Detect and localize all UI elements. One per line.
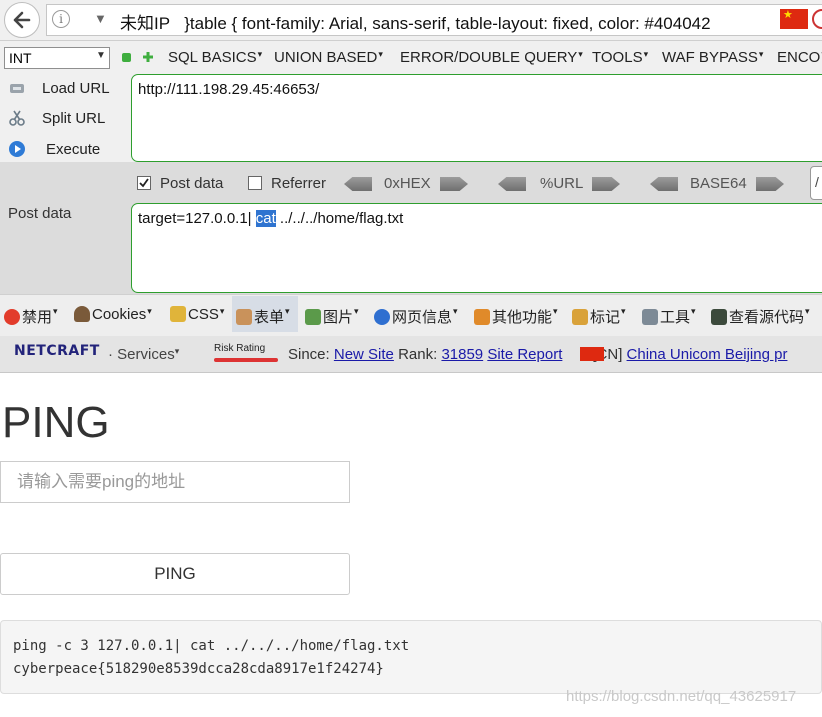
watermark: https://blog.csdn.net/qq_43625917 xyxy=(566,688,797,705)
images-icon xyxy=(305,309,321,325)
minus-icon[interactable] xyxy=(122,53,131,62)
post-data-label: Post data xyxy=(160,175,224,192)
base64-label: BASE64 xyxy=(690,175,747,192)
misc-icon xyxy=(474,309,490,325)
menu-page-info[interactable]: 网页信息 xyxy=(374,306,458,327)
menu-outline-label: 标记 xyxy=(590,309,621,326)
menu-error-double-query[interactable]: ERROR/DOUBLE QUERY xyxy=(400,49,583,66)
referrer-label: Referrer xyxy=(271,175,327,192)
netcraft-logo[interactable]: NETCRAFT xyxy=(14,343,100,359)
page-title: PING xyxy=(2,398,110,447)
post-text-after: ../../../home/flag.txt xyxy=(275,210,404,227)
extra-input[interactable]: / xyxy=(810,166,822,200)
split-url-button[interactable]: Split URL xyxy=(4,106,128,132)
menu-images-label: 图片 xyxy=(323,309,354,326)
execute-button[interactable]: Execute xyxy=(4,137,128,163)
ping-address-input[interactable] xyxy=(0,461,350,503)
view-source-icon xyxy=(711,309,727,325)
menu-waf-bypass[interactable]: WAF BYPASS xyxy=(662,49,763,66)
menu-page-info-label: 网页信息 xyxy=(392,309,453,326)
rank-link[interactable]: 31859 xyxy=(441,346,483,363)
menu-misc[interactable]: 其他功能 xyxy=(474,306,558,327)
since-label: Since: xyxy=(288,346,330,363)
hex-label: 0xHEX xyxy=(384,175,431,192)
post-data-checkbox[interactable] xyxy=(137,176,151,190)
menu-tools-ext[interactable]: 工具 xyxy=(642,306,696,327)
plus-icon[interactable] xyxy=(142,51,154,63)
menu-union-based[interactable]: UNION BASED xyxy=(274,49,383,66)
identity-label: 未知IP xyxy=(120,14,171,33)
checkmark-icon xyxy=(139,178,149,188)
url-encode-label: %URL xyxy=(540,175,584,192)
url-fragment: }table { font-family: Arial, sans-serif,… xyxy=(184,14,711,33)
pencil-icon xyxy=(572,309,588,325)
menu-images[interactable]: 图片 xyxy=(305,306,359,327)
menu-misc-label: 其他功能 xyxy=(492,309,553,326)
rank-label: Rank: xyxy=(398,346,438,363)
split-url-label: Split URL xyxy=(42,110,106,127)
menu-outline[interactable]: 标记 xyxy=(572,306,626,327)
menu-forms[interactable]: 表单 xyxy=(236,306,290,327)
load-url-label: Load URL xyxy=(42,80,110,97)
dropdown-icon[interactable]: ▼ xyxy=(94,11,107,26)
menu-css-label: CSS xyxy=(188,306,219,323)
menu-view-source[interactable]: 查看源代码 xyxy=(711,306,810,327)
disable-icon xyxy=(4,309,20,325)
risk-rating-label[interactable]: Risk Rating xyxy=(214,343,265,354)
services-label: Services xyxy=(117,346,175,363)
scissors-icon xyxy=(9,110,25,126)
chevron-down-icon: ▼ xyxy=(96,50,106,61)
menu-cookies[interactable]: Cookies xyxy=(74,306,152,323)
forms-icon xyxy=(236,309,252,325)
tools-icon xyxy=(642,309,658,325)
china-flag-icon: ★ xyxy=(780,9,808,29)
menu-disable-label: 禁用 xyxy=(22,309,53,326)
referrer-checkbox[interactable] xyxy=(248,176,262,190)
since-link[interactable]: New Site xyxy=(334,346,394,363)
int-select[interactable]: INT xyxy=(4,47,110,69)
post-text-before: target=127.0.0.1| xyxy=(138,210,256,227)
menu-tools[interactable]: TOOLS xyxy=(592,49,648,66)
site-report-link[interactable]: Site Report xyxy=(487,346,562,363)
menu-cookies-label: Cookies xyxy=(92,306,147,323)
post-data-field-label: Post data xyxy=(8,205,72,222)
risk-rating-bar xyxy=(214,358,278,362)
execute-label: Execute xyxy=(46,141,101,158)
back-arrow-icon xyxy=(13,11,31,29)
menu-css[interactable]: CSS xyxy=(170,306,224,323)
menu-forms-label: 表单 xyxy=(254,309,285,326)
ping-button[interactable]: PING xyxy=(0,553,350,595)
china-flag-small-icon xyxy=(580,347,604,361)
load-url-button[interactable]: Load URL xyxy=(4,76,128,102)
url-text[interactable]: 未知IP }table { font-family: Arial, sans-s… xyxy=(120,9,711,34)
output-line-command: ping -c 3 127.0.0.1| cat ../../../home/f… xyxy=(13,638,410,654)
url-textarea[interactable]: http://111.198.29.45:46653/ xyxy=(131,74,822,162)
menu-tools-ext-label: 工具 xyxy=(660,309,691,326)
cookies-icon xyxy=(74,306,90,322)
menu-sql-basics[interactable]: SQL BASICS xyxy=(168,49,262,66)
menu-disable[interactable]: 禁用 xyxy=(4,306,58,327)
info-icon[interactable]: i xyxy=(52,10,70,28)
info-circle-icon xyxy=(374,309,390,325)
menu-view-source-label: 查看源代码 xyxy=(729,309,805,326)
back-button[interactable] xyxy=(4,2,40,38)
css-wand-icon xyxy=(170,306,186,322)
menu-encoding[interactable]: ENCO xyxy=(777,49,822,66)
command-output: ping -c 3 127.0.0.1| cat ../../../home/f… xyxy=(0,620,822,694)
play-icon xyxy=(9,141,25,157)
hosting-link[interactable]: China Unicom Beijing pr xyxy=(627,346,788,363)
output-line-flag: cyberpeace{518290e8539dcca28cda8917e1f24… xyxy=(13,661,384,677)
site-info: Since: New Site Rank: 31859 Site Report[… xyxy=(288,346,787,363)
post-text-selection: cat xyxy=(255,210,276,227)
services-menu[interactable]: · Services▾ xyxy=(108,346,179,363)
load-url-icon xyxy=(10,84,24,93)
post-data-textarea[interactable]: target=127.0.0.1| cat ../../../home/flag… xyxy=(131,203,822,293)
